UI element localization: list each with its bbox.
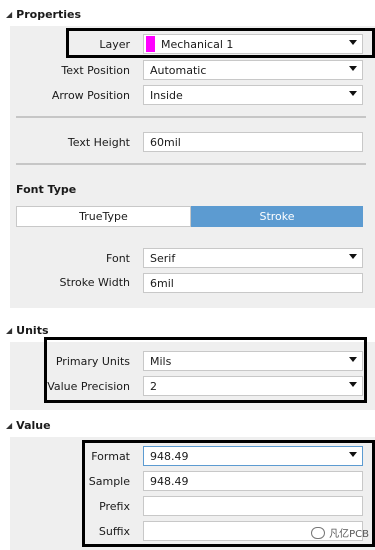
divider — [16, 163, 366, 165]
units-header-label: Units — [16, 323, 49, 337]
properties-header[interactable]: ◢ Properties — [0, 4, 375, 24]
text-position-select[interactable]: Automatic — [143, 60, 363, 80]
highlight-box-layer — [66, 28, 375, 58]
text-height-label: Text Height — [67, 136, 130, 149]
text-height-input[interactable]: 60mil — [143, 132, 363, 152]
text-height-value: 60mil — [150, 135, 181, 149]
chevron-down-icon — [349, 254, 357, 259]
text-position-label: Text Position — [61, 64, 130, 77]
watermark-text: 凡亿PCB — [329, 529, 369, 540]
font-type-truetype-button[interactable]: TrueType — [16, 206, 191, 227]
wechat-icon — [311, 526, 326, 539]
stroke-width-input[interactable]: 6mil — [143, 273, 363, 293]
divider — [16, 116, 366, 118]
arrow-position-label: Arrow Position — [51, 89, 130, 102]
chevron-down-icon — [349, 91, 357, 96]
arrow-position-select[interactable]: Inside — [143, 85, 363, 105]
collapse-triangle-icon[interactable]: ◢ — [6, 10, 12, 19]
collapse-triangle-icon[interactable]: ◢ — [6, 326, 12, 335]
collapse-triangle-icon[interactable]: ◢ — [6, 421, 12, 430]
stroke-width-value: 6mil — [150, 276, 174, 290]
stroke-width-label: Stroke Width — [59, 276, 130, 289]
properties-header-label: Properties — [16, 7, 81, 21]
highlight-box-units — [44, 337, 367, 403]
arrow-position-value: Inside — [150, 88, 183, 102]
value-header[interactable]: ◢ Value — [0, 415, 375, 435]
value-header-label: Value — [16, 418, 51, 432]
font-type-label: Font Type — [16, 183, 77, 196]
text-position-value: Automatic — [150, 63, 207, 77]
chevron-down-icon — [349, 66, 357, 71]
font-type-stroke-button[interactable]: Stroke — [191, 206, 363, 227]
font-label: Font — [106, 252, 130, 265]
font-select[interactable]: Serif — [143, 248, 363, 268]
font-value: Serif — [150, 251, 176, 265]
watermark: 凡亿PCB — [311, 525, 369, 540]
